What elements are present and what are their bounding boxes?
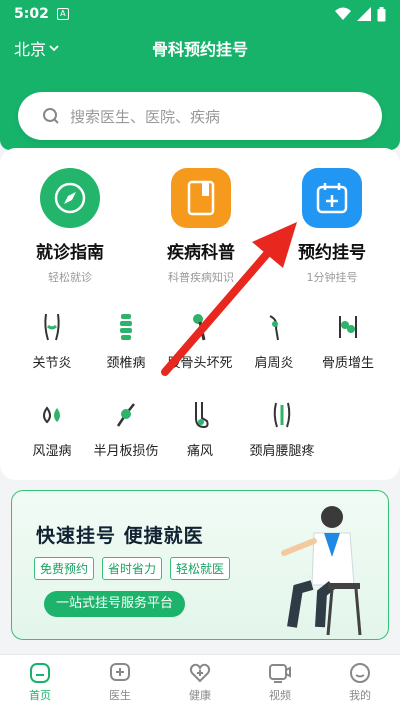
disease-label: 骨质增生	[321, 356, 374, 371]
meniscus-icon	[116, 403, 135, 427]
tab-label: 视频	[269, 689, 291, 702]
feature-science-name: 疾病科普	[167, 243, 235, 263]
shoulder-icon	[269, 315, 279, 341]
feature-science[interactable]: 疾病科普 科普疾病知识	[141, 168, 261, 285]
banner-tag: 轻松就医	[170, 557, 231, 580]
feature-science-sub: 科普疾病知识	[168, 271, 234, 284]
search-placeholder: 搜索医生、医院、疾病	[70, 107, 221, 126]
disease-label: 痛风	[186, 444, 213, 459]
doctor-illustration	[281, 506, 362, 636]
compass-icon	[40, 168, 100, 228]
disease-arthritis[interactable]: 关节炎	[10, 312, 94, 371]
promo-banner[interactable]: 快速挂号 便捷就医 免费预约 省时省力 轻松就医 一站式挂号服务平台	[11, 490, 389, 640]
banner-title: 快速挂号 便捷就医	[36, 525, 204, 547]
battery-icon	[377, 6, 386, 21]
disease-femoral-necrosis[interactable]: 股骨头坏死	[158, 312, 242, 371]
chevron-down-icon	[49, 45, 59, 52]
city-label: 北京	[14, 40, 47, 59]
foot-icon	[195, 402, 209, 429]
search-icon	[43, 108, 59, 124]
disease-rheumatism[interactable]: 风湿病	[10, 400, 94, 459]
tab-home[interactable]: 首页	[0, 655, 80, 710]
banner-tag: 免费预约	[34, 557, 95, 580]
banner-tags: 免费预约 省时省力 轻松就医	[34, 557, 231, 580]
home-icon	[30, 663, 50, 683]
feature-guide[interactable]: 就诊指南 轻松就诊	[10, 168, 130, 285]
disease-cervical[interactable]: 颈椎病	[84, 312, 168, 371]
feature-guide-name: 就诊指南	[36, 243, 104, 263]
notification-icon: A	[56, 8, 69, 20]
tab-label: 医生	[109, 689, 131, 702]
tab-video[interactable]: 视频	[240, 655, 320, 710]
signal-icon	[357, 7, 371, 21]
profile-icon	[350, 663, 370, 683]
feature-guide-sub: 轻松就诊	[48, 271, 92, 284]
tab-label: 我的	[349, 689, 371, 702]
status-time: 5:02	[14, 6, 49, 22]
back-icon	[273, 402, 291, 428]
disease-label: 股骨头坏死	[167, 356, 233, 371]
bone-spur-icon	[339, 316, 357, 338]
calendar-plus-icon	[302, 168, 362, 228]
wifi-icon	[335, 7, 351, 20]
banner-tag: 省时省力	[102, 557, 163, 580]
disease-meniscus[interactable]: 半月板损伤	[84, 400, 168, 459]
disease-label: 肩周炎	[254, 356, 294, 371]
tab-label: 首页	[29, 689, 51, 702]
main-card: 就诊指南 轻松就诊 疾病科普 科普疾病知识 预约挂号 1分钟挂号 关节炎 颈椎病…	[0, 148, 400, 480]
disease-label: 颈椎病	[106, 356, 146, 371]
tab-label: 健康	[189, 689, 211, 702]
feature-appointment[interactable]: 预约挂号 1分钟挂号	[272, 168, 392, 285]
disease-label: 风湿病	[32, 444, 72, 459]
droplets-icon	[43, 406, 60, 424]
bottom-tab-bar: 首页 医生 健康 视频 我的	[0, 654, 400, 710]
status-bar: 5:02 A	[0, 0, 400, 28]
video-icon	[269, 664, 291, 683]
femur-icon	[193, 314, 206, 341]
tab-profile[interactable]: 我的	[320, 655, 400, 710]
book-icon	[171, 168, 231, 228]
tab-health[interactable]: 健康	[160, 655, 240, 710]
disease-frozen-shoulder[interactable]: 肩周炎	[232, 312, 316, 371]
heart-plus-icon	[189, 663, 211, 683]
disease-gout[interactable]: 痛风	[158, 400, 242, 459]
disease-label: 关节炎	[32, 356, 72, 371]
disease-neck-back-pain[interactable]: 颈肩腰腿疼	[232, 400, 332, 459]
knee-joint-icon	[44, 313, 60, 341]
disease-label: 颈肩腰腿疼	[249, 444, 315, 459]
tab-doctor[interactable]: 医生	[80, 655, 160, 710]
banner-cta[interactable]: 一站式挂号服务平台	[44, 591, 186, 617]
city-selector[interactable]: 北京	[14, 36, 60, 60]
feature-appointment-sub: 1分钟挂号	[306, 271, 358, 284]
feature-appointment-name: 预约挂号	[298, 243, 366, 263]
disease-label: 半月板损伤	[93, 444, 159, 459]
disease-bone-spur[interactable]: 骨质增生	[306, 312, 390, 371]
search-bar[interactable]: 搜索医生、医院、疾病	[18, 92, 382, 140]
doctor-icon	[110, 663, 130, 681]
top-bar: 北京 骨科预约挂号	[0, 30, 400, 66]
spine-icon	[120, 314, 132, 340]
